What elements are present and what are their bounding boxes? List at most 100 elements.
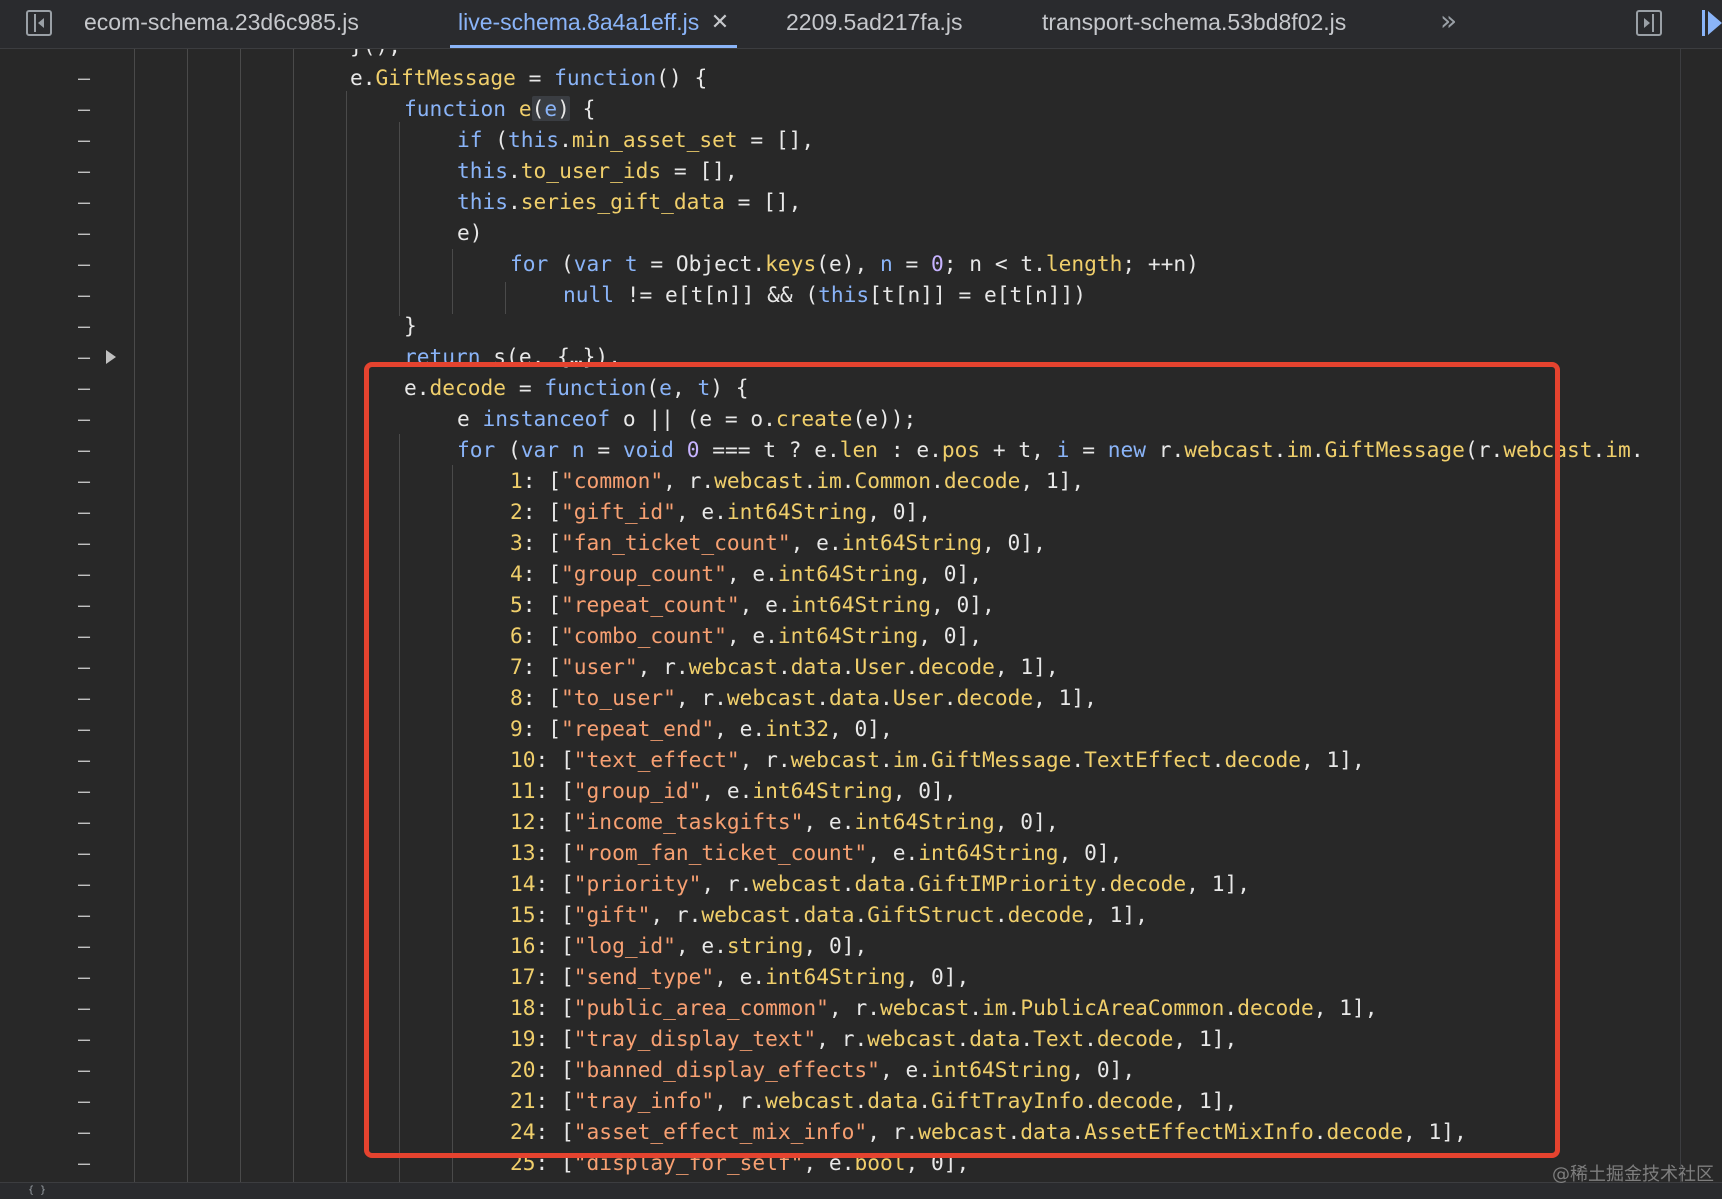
code-line: – 9: ["repeat_end", e.int32, 0],	[0, 714, 1680, 744]
decode-field-entry: 20: ["banned_display_effects", e.int64St…	[510, 1057, 1136, 1082]
line-marker: –	[78, 748, 91, 772]
tab-ecom-schema[interactable]: ecom-schema.23d6c985.js	[84, 0, 359, 48]
field-flag: 0	[956, 592, 970, 617]
sidebar-toggle-icon[interactable]	[26, 10, 52, 36]
code-text: null != e[t[n]] && (this[t[n]] = e[t[n]]…	[563, 282, 1087, 307]
field-flag: 1	[1211, 871, 1225, 896]
field-number: 6	[510, 623, 523, 648]
line-marker: –	[78, 1089, 91, 1113]
field-decoder: r.webcast.data.GiftStruct.decode	[675, 902, 1085, 927]
decode-field-entry: 8: ["to_user", r.webcast.data.User.decod…	[510, 685, 1097, 710]
decode-field-entry: 5: ["repeat_count", e.int64String, 0],	[510, 592, 995, 617]
line-marker: –	[78, 996, 91, 1020]
status-indicator: { }	[28, 1185, 47, 1196]
line-marker: –	[78, 655, 91, 679]
code-text: for (var n = void 0 === t ? e.len : e.po…	[457, 437, 1644, 462]
field-flag: 0	[828, 933, 842, 958]
code-line: – 12: ["income_taskgifts", e.int64String,…	[0, 807, 1680, 837]
field-flag: 0	[931, 1150, 944, 1175]
code-text: e instanceof o || (e = o.create(e));	[457, 406, 917, 431]
field-number: 8	[510, 685, 523, 710]
code-line: – }(),	[0, 49, 1680, 61]
code-line: – 2: ["gift_id", e.int64String, 0],	[0, 497, 1680, 527]
field-decoder: r.webcast.im.GiftMessage.TextEffect.deco…	[765, 747, 1301, 772]
line-marker: –	[78, 500, 91, 524]
line-marker: –	[78, 717, 91, 741]
field-flag: 0	[1096, 1057, 1110, 1082]
code-text: this.to_user_ids = [],	[457, 158, 738, 183]
field-flag: 1	[1339, 995, 1353, 1020]
field-flag: 1	[1020, 654, 1034, 679]
code-line: – 7: ["user", r.webcast.data.User.decode,…	[0, 652, 1680, 682]
line-marker: –	[78, 686, 91, 710]
field-flag: 0	[1020, 809, 1034, 834]
field-number: 18	[510, 995, 536, 1020]
field-name: "tray_info"	[573, 1088, 715, 1113]
code-text: if (this.min_asset_set = [],	[457, 127, 815, 152]
field-flag: 1	[1045, 468, 1059, 493]
fold-arrow-icon[interactable]	[106, 350, 116, 364]
line-marker: –	[78, 190, 91, 214]
field-name: "log_id"	[573, 933, 676, 958]
field-number: 3	[510, 530, 523, 555]
field-flag: 0	[943, 623, 957, 648]
line-marker: –	[78, 314, 91, 338]
line-marker: –	[78, 159, 91, 183]
field-decoder: e.int64String	[752, 561, 919, 586]
tab-2209[interactable]: 2209.5ad217fa.js	[786, 0, 963, 48]
field-number: 15	[510, 902, 536, 927]
field-name: "group_id"	[573, 778, 702, 803]
field-name: "text_effect"	[573, 747, 740, 772]
field-decoder: e.int64String	[752, 623, 919, 648]
field-flag: 1	[1198, 1088, 1212, 1113]
field-number: 25	[510, 1150, 536, 1175]
code-line: – e instanceof o || (e = o.create(e));	[0, 404, 1680, 434]
field-name: "room_fan_ticket_count"	[573, 840, 868, 865]
decode-field-entry: 11: ["group_id", e.int64String, 0],	[510, 778, 957, 803]
decode-field-entry: 12: ["income_taskgifts", e.int64String, …	[510, 809, 1059, 834]
field-name: "combo_count"	[561, 623, 727, 648]
more-tabs-icon[interactable]: »	[1440, 4, 1457, 37]
tab-live-schema[interactable]: live-schema.8a4a1eff.js ✕	[449, 0, 738, 48]
field-decoder: e.int64String	[726, 778, 893, 803]
field-decoder: e.int64String	[765, 592, 932, 617]
line-marker: –	[78, 810, 91, 834]
field-name: "common"	[561, 468, 664, 493]
field-name: "send_type"	[573, 964, 715, 989]
line-marker: –	[78, 438, 91, 462]
field-decoder: r.webcast.im.Common.decode	[688, 468, 1021, 493]
resume-debugger-icon[interactable]	[1700, 8, 1722, 38]
field-number: 5	[510, 592, 523, 617]
code-line: – e)	[0, 218, 1680, 248]
field-flag: 1	[1058, 685, 1072, 710]
line-marker: –	[78, 1058, 91, 1082]
field-decoder: r.webcast.data.AssetEffectMixInfo.decode	[892, 1119, 1404, 1144]
code-editor[interactable]: – }(), – e.GiftMessage = function() { – …	[0, 49, 1680, 1182]
code-line: – 18: ["public_area_common", r.webcast.im…	[0, 993, 1680, 1023]
line-marker: –	[78, 66, 91, 90]
field-number: 17	[510, 964, 536, 989]
field-flag: 0	[943, 561, 957, 586]
decode-field-entry: 13: ["room_fan_ticket_count", e.int64Str…	[510, 840, 1123, 865]
tab-transport-schema[interactable]: transport-schema.53bd8f02.js	[1042, 0, 1346, 48]
field-flag: 1	[1109, 902, 1123, 927]
decode-field-entry: 21: ["tray_info", r.webcast.data.GiftTra…	[510, 1088, 1238, 1113]
decode-field-entry: 18: ["public_area_common", r.webcast.im.…	[510, 995, 1378, 1020]
field-number: 9	[510, 716, 523, 741]
code-line: – 5: ["repeat_count", e.int64String, 0],	[0, 590, 1680, 620]
decode-field-entry: 4: ["group_count", e.int64String, 0],	[510, 561, 983, 586]
field-number: 19	[510, 1026, 536, 1051]
field-name: "priority"	[573, 871, 702, 896]
code-line: – 20: ["banned_display_effects", e.int64S…	[0, 1055, 1680, 1085]
field-flag: 0	[892, 499, 906, 524]
right-panel-toggle-icon[interactable]	[1636, 10, 1662, 36]
vertical-scrollbar[interactable]	[1680, 49, 1722, 1182]
code-line: – function e(e) {	[0, 94, 1680, 124]
line-marker: –	[78, 965, 91, 989]
code-text: }	[404, 313, 417, 338]
decode-field-entry: 10: ["text_effect", r.webcast.im.GiftMes…	[510, 747, 1365, 772]
code-line: – 1: ["common", r.webcast.im.Common.decod…	[0, 466, 1680, 496]
decode-field-entry: 19: ["tray_display_text", r.webcast.data…	[510, 1026, 1238, 1051]
close-icon[interactable]: ✕	[711, 0, 729, 44]
code-line: – 14: ["priority", r.webcast.data.GiftIMP…	[0, 869, 1680, 899]
